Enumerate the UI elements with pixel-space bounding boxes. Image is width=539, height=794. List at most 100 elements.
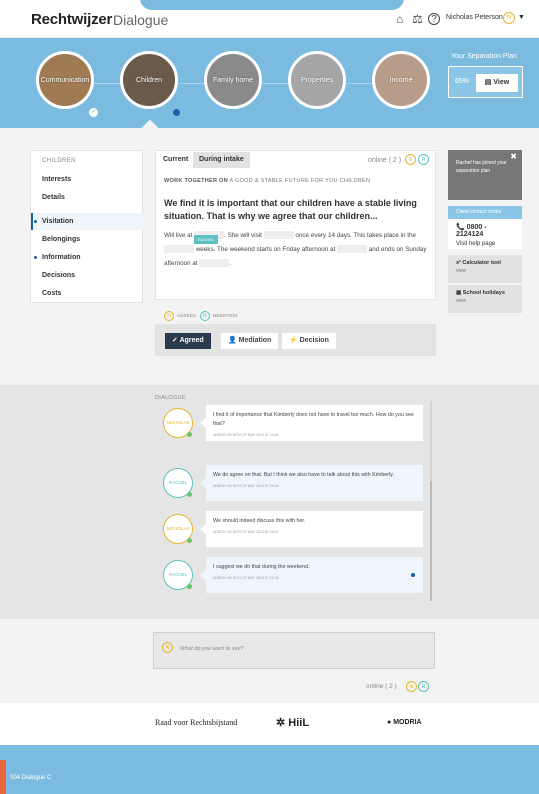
message-text: We do agree on that. But I think we also…: [213, 472, 394, 478]
joined-notification: ✖ Rachel has joined your separation plan: [448, 150, 522, 200]
legend-badge-n: N: [164, 311, 174, 321]
user-avatar[interactable]: N: [503, 12, 515, 24]
footer: 004 Dialogue C: [0, 745, 539, 794]
online-dot: [187, 584, 192, 589]
sidebar-item-decisions[interactable]: Decisions: [31, 267, 144, 284]
logo-rvr[interactable]: Raad voor Rechtsbijstand: [155, 718, 237, 727]
phone-text: 0800 - 2124124: [456, 224, 487, 238]
message-item: NICHOLAS I find it of importance that Ki…: [163, 405, 428, 443]
mediation-button[interactable]: 👤 Mediation: [221, 333, 279, 349]
plan-view-button[interactable]: ▤ View: [476, 74, 518, 92]
step-label: Children: [135, 76, 163, 84]
text-fragment: .: [229, 260, 232, 267]
sidebar: CHILDREN Interests Details Visitation Be…: [30, 150, 144, 303]
logo[interactable]: Rechtwijzer: [31, 11, 112, 28]
footer-note: 004 Dialogue C: [10, 775, 52, 781]
message-time: ADDED ON 18TH OF MAY 2013 AT 14:43: [213, 433, 279, 437]
blank-field[interactable]: [337, 245, 368, 254]
tab-current[interactable]: Current: [157, 152, 195, 168]
user-name[interactable]: Nicholas Peterson: [446, 14, 503, 21]
step-properties[interactable]: Properties: [288, 51, 346, 109]
step-income[interactable]: Income: [372, 51, 430, 109]
tool-view-link[interactable]: view: [456, 298, 514, 304]
dialogue-label: DIALOGUE: [155, 395, 186, 401]
subtitle-rest: A GOOD & STABLE FUTURE FOR YOU CHILDREN: [229, 178, 371, 184]
agreed-button[interactable]: ✓ Agreed: [165, 333, 211, 349]
step-label: Income: [389, 76, 413, 84]
check-icon: ✓: [89, 108, 98, 117]
composer-area: N What do you want to say? online ( 2 ) …: [0, 619, 539, 703]
chevron-down-icon[interactable]: ▼: [518, 14, 525, 21]
tool-view-link[interactable]: view: [456, 268, 514, 274]
help-icon[interactable]: ?: [428, 13, 440, 25]
sidebar-item-information[interactable]: Information: [31, 249, 144, 266]
progress-hero: Communication ✓ Children Family home Pro…: [0, 38, 539, 128]
help-link[interactable]: Visit help page: [456, 241, 514, 247]
hero-tab-bump: [138, 0, 406, 12]
message-bubble: I find it of importance that Kimberly do…: [206, 405, 423, 441]
sidebar-item-costs[interactable]: Costs: [31, 285, 144, 302]
tab-during-intake[interactable]: During intake: [193, 152, 250, 168]
step-label: Family home: [212, 76, 254, 84]
footer-corner-decoration: [0, 760, 6, 794]
decision-button[interactable]: ⚡ Decision: [282, 333, 336, 349]
logo-hiil-text: HiiL: [288, 717, 310, 729]
legend: N AGREED R MEDIATION: [164, 311, 237, 321]
scales-icon[interactable]: ⚖: [412, 12, 423, 26]
logo-modria[interactable]: ● MODRIA: [387, 719, 422, 726]
text-fragment: weeks. The weekend starts on Friday afte…: [195, 246, 336, 253]
text-fragment: Will live at: [164, 232, 193, 239]
plan-title: Your Separation Plan: [451, 53, 517, 60]
step-family-home[interactable]: Family home: [204, 51, 262, 109]
blank-field[interactable]: [263, 231, 294, 240]
logo-hiil[interactable]: ✲ HiiL: [276, 716, 309, 729]
page-title: Dialogue: [113, 12, 169, 28]
user-badge-n: N: [406, 681, 417, 692]
sidebar-item-interests[interactable]: Interests: [31, 171, 144, 188]
action-bar: ✓ Agreed 👤 Mediation ⚡ Decision: [155, 324, 436, 356]
user-badge-n: N: [405, 154, 416, 165]
step-label: Properties: [301, 76, 333, 84]
subtitle-bold: WORK TOGETHER ON: [164, 178, 228, 184]
sidebar-item-belongings[interactable]: Belongings: [31, 231, 144, 248]
message-time: ADDED ON 18TH OF MAY 2013 AT 15:22: [213, 530, 279, 534]
message-item: RACHEL We do agree on that. But I think …: [163, 465, 428, 503]
legend-agreed: AGREED: [177, 313, 197, 319]
legend-mediation: MEDIATION: [212, 313, 238, 319]
sidebar-heading: CHILDREN: [42, 158, 76, 164]
close-icon[interactable]: ✖: [510, 153, 517, 161]
scrollbar-thumb[interactable]: [430, 481, 432, 601]
holidays-label: ▦ School holidays: [456, 290, 505, 296]
calculator-tool[interactable]: x² Calculator tool view: [448, 255, 522, 283]
plan-box: 65% ▤ View: [448, 66, 523, 98]
school-holidays-tool[interactable]: ▦ School holidays view: [448, 285, 522, 313]
contact-card: 📞 0800 - 2124124 Visit help page: [448, 219, 522, 249]
message-bubble: We do agree on that. But I think we also…: [206, 465, 423, 501]
phone-number[interactable]: 📞 0800 - 2124124: [456, 224, 487, 238]
message-bubble: I suggest we do that during the weekend.…: [206, 557, 423, 593]
message-text: I suggest we do that during the weekend.: [213, 564, 310, 570]
blank-field[interactable]: [164, 245, 194, 254]
decision-label: Decision: [299, 337, 329, 344]
home-icon[interactable]: ⌂: [396, 12, 403, 26]
plan-percentage: 65%: [455, 78, 470, 85]
online-dot: [187, 432, 192, 437]
step-communication[interactable]: Communication: [36, 51, 94, 109]
message-text: I find it of importance that Kimberly do…: [213, 412, 414, 427]
message-item: RACHEL I suggest we do that during the w…: [163, 557, 428, 595]
legend-badge-r: R: [199, 311, 210, 321]
sidebar-item-details[interactable]: Details: [31, 189, 144, 206]
online-count: online ( 2 ): [368, 157, 402, 164]
sidebar-item-visitation[interactable]: Visitation: [31, 213, 144, 230]
text-fragment: . She will visit: [224, 232, 262, 239]
user-badge-r: R: [418, 154, 429, 165]
message-placeholder: What do you want to say?: [180, 646, 244, 652]
tool-name: Calculator tool: [462, 260, 501, 266]
message-input[interactable]: N What do you want to say?: [153, 632, 435, 669]
step-children[interactable]: Children: [120, 51, 178, 109]
step-label: Communication: [40, 76, 90, 84]
user-badge-n: N: [162, 642, 173, 653]
plan-view-label: View: [493, 79, 510, 86]
online-dot: [187, 492, 192, 497]
blank-field[interactable]: [199, 259, 230, 268]
